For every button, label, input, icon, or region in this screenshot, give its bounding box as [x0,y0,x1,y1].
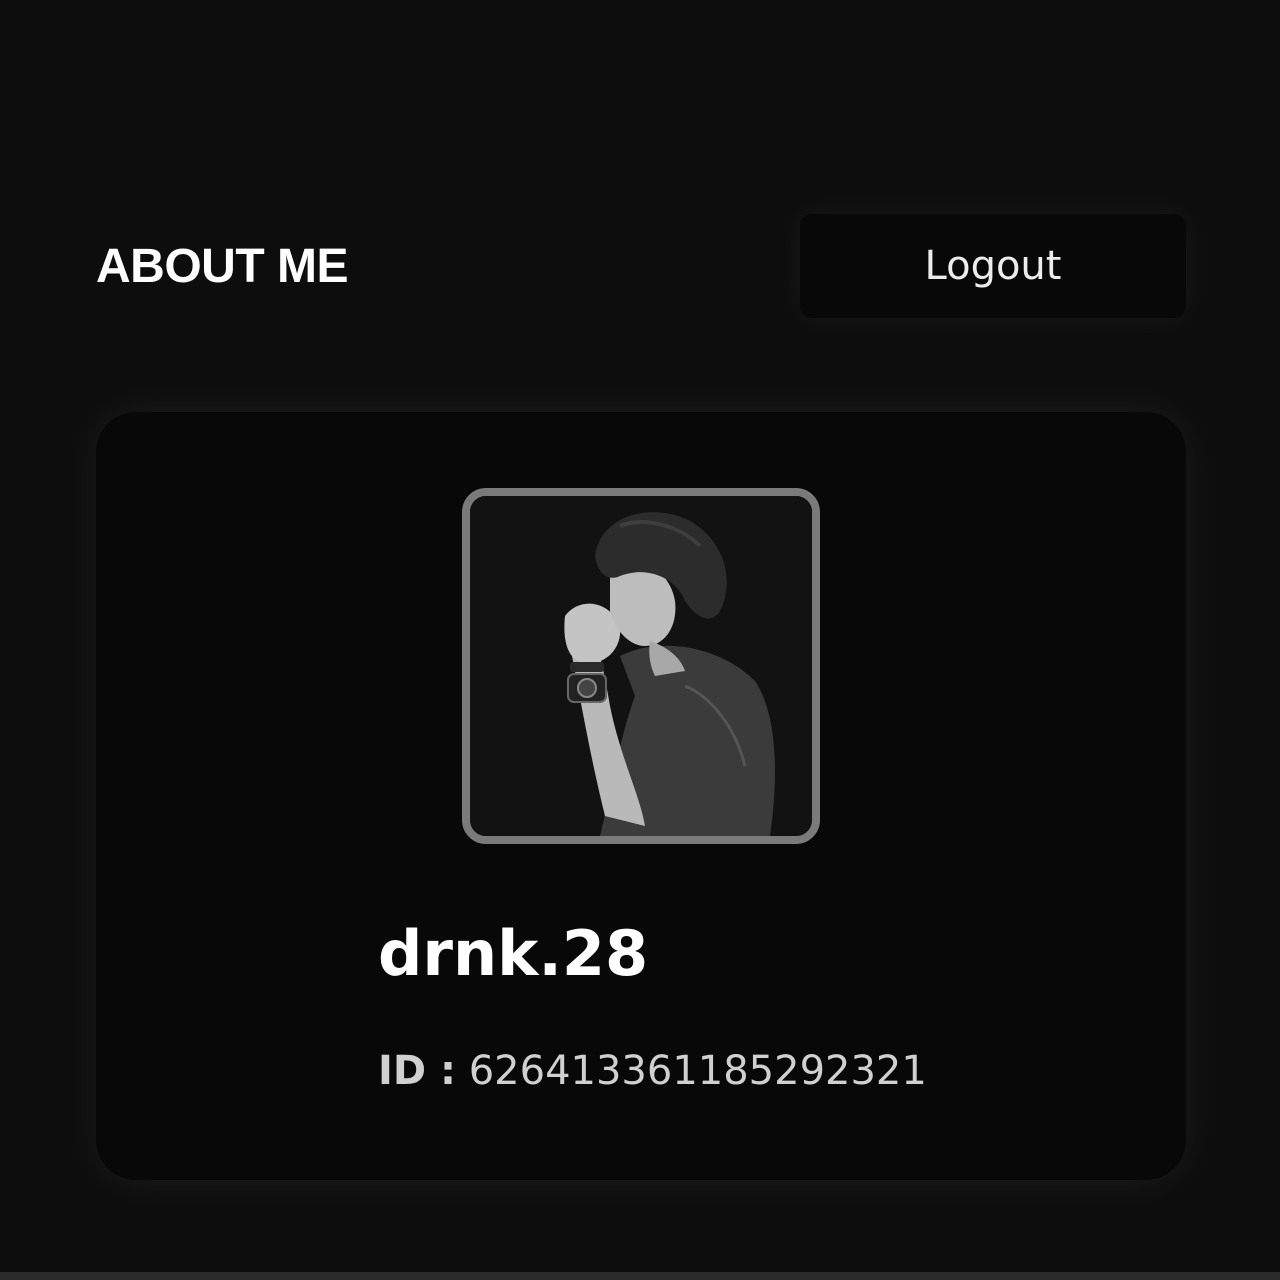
logout-button[interactable]: Logout [800,214,1186,318]
user-id-label: ID : [378,1048,457,1094]
avatar-photo [470,496,812,836]
avatar [462,488,820,844]
username: drnk.28 [378,917,649,990]
bottom-divider [0,1272,1280,1280]
user-id-row: ID : 626413361185292321 [378,1046,927,1096]
about-me-page: ABOUT ME Logout drnk.28 ID : 62641336118… [0,0,1280,1280]
page-title: ABOUT ME [96,240,348,293]
user-id-value: 626413361185292321 [468,1048,927,1094]
